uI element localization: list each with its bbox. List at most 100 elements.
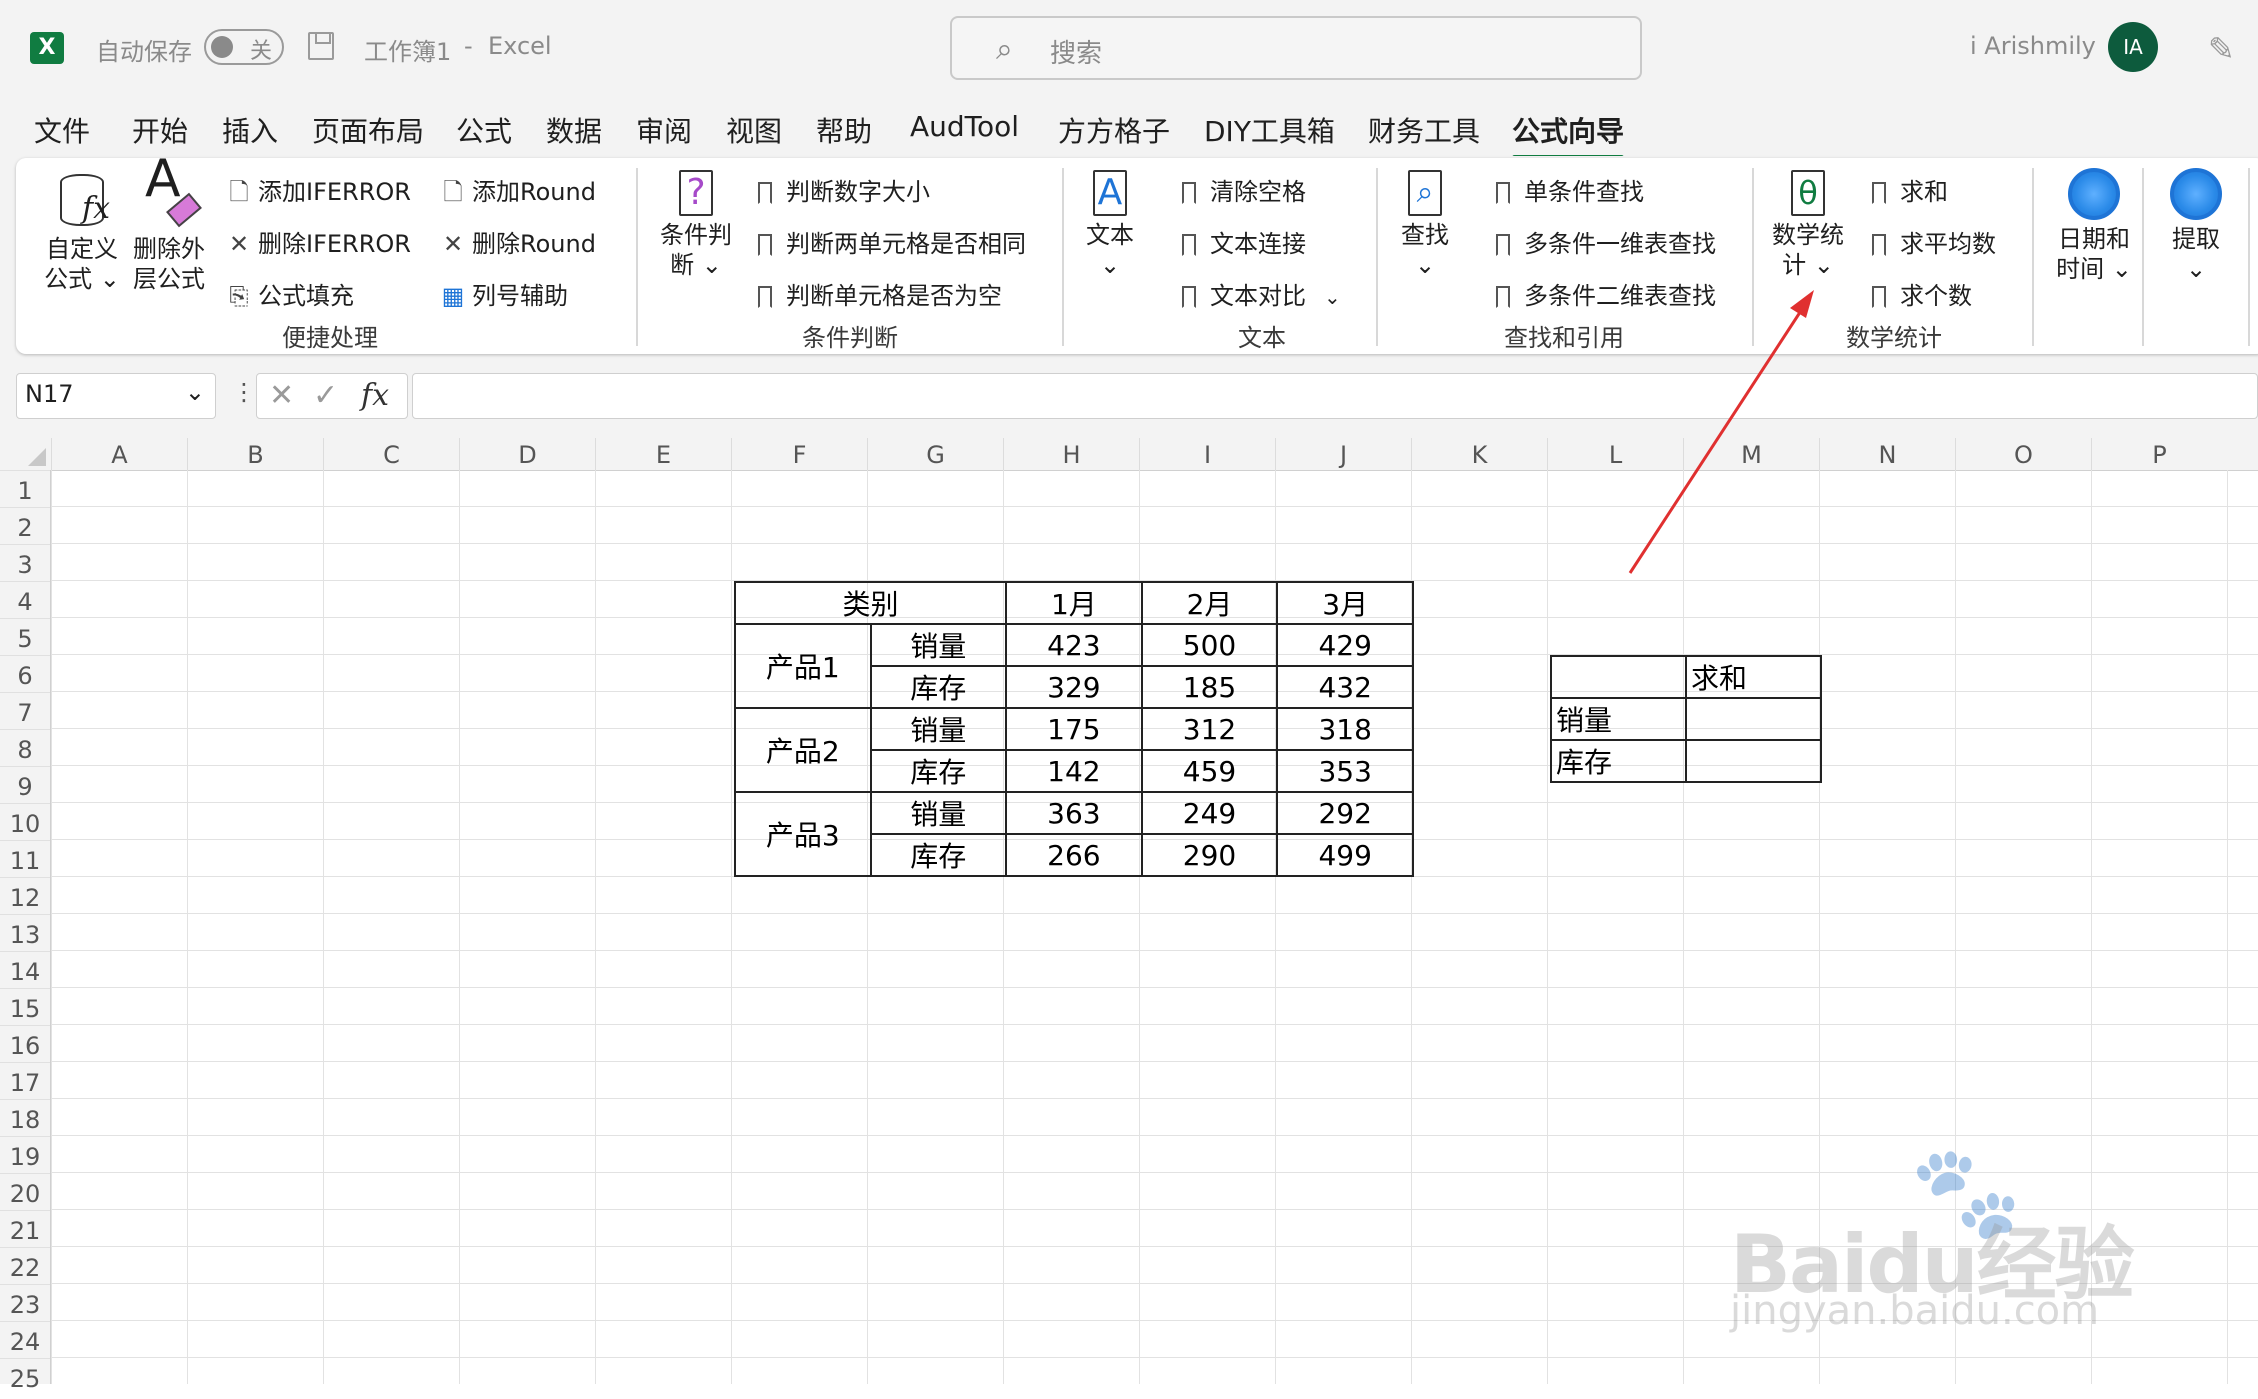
average-button[interactable]: 求平均数 xyxy=(1866,224,1996,259)
check-icon[interactable]: ✓ xyxy=(313,378,338,413)
row-header[interactable]: 4 xyxy=(0,581,50,618)
tab-audtool[interactable]: AudTool xyxy=(910,110,1019,143)
value-cell[interactable]: 290 xyxy=(1140,833,1279,877)
row-header[interactable]: 3 xyxy=(0,544,50,581)
text-compare-button[interactable]: 文本对比 ⌄ xyxy=(1176,276,1341,311)
row-header[interactable]: 1 xyxy=(0,470,50,507)
metric-label-cell[interactable]: 库存 xyxy=(869,749,1008,793)
save-icon[interactable] xyxy=(308,32,334,60)
column-header[interactable]: H xyxy=(1003,438,1139,470)
name-box[interactable]: N17 ⌄ xyxy=(16,373,216,419)
empty-cell[interactable] xyxy=(1685,739,1822,783)
tab-diy-toolbox[interactable]: DIY工具箱 xyxy=(1204,110,1335,150)
value-cell[interactable]: 500 xyxy=(1140,623,1279,667)
add-round-button[interactable]: 🗋 添加Round xyxy=(440,172,596,216)
sum-table[interactable]: 求和 销量 库存 xyxy=(1550,655,1822,783)
tab-home[interactable]: 开始 xyxy=(132,110,188,150)
tab-fangfang[interactable]: 方方格子 xyxy=(1058,110,1170,150)
metric-label-cell[interactable]: 库存 xyxy=(869,833,1008,877)
column-header[interactable]: A xyxy=(51,438,187,470)
row-header[interactable]: 23 xyxy=(0,1284,50,1321)
value-cell[interactable]: 292 xyxy=(1276,791,1414,835)
product-name-cell[interactable]: 产品2 xyxy=(734,707,872,793)
row-header[interactable]: 12 xyxy=(0,877,50,914)
value-cell[interactable]: 363 xyxy=(1005,791,1143,835)
row-header[interactable]: 15 xyxy=(0,988,50,1025)
row-header[interactable]: 13 xyxy=(0,914,50,951)
extract-button[interactable]: 提取 ⌄ xyxy=(2158,168,2234,284)
value-cell[interactable]: 459 xyxy=(1140,749,1279,793)
row-header[interactable]: 14 xyxy=(0,951,50,988)
row-header[interactable]: 11 xyxy=(0,840,50,877)
autosave-toggle[interactable]: 关 xyxy=(204,29,284,65)
value-cell[interactable]: 249 xyxy=(1140,791,1279,835)
remove-iferror-button[interactable]: ✕ 删除IFERROR xyxy=(226,224,411,259)
column-header[interactable]: N xyxy=(1819,438,1955,470)
tab-file[interactable]: 文件 xyxy=(34,110,90,150)
value-cell[interactable]: 499 xyxy=(1276,833,1414,877)
row-header[interactable]: 2 xyxy=(0,507,50,544)
column-header[interactable]: M xyxy=(1683,438,1819,470)
value-cell[interactable]: 266 xyxy=(1005,833,1143,877)
column-header[interactable]: I xyxy=(1139,438,1275,470)
value-cell[interactable]: 423 xyxy=(1005,623,1143,667)
row-header[interactable]: 8 xyxy=(0,729,50,766)
row-header[interactable]: 10 xyxy=(0,803,50,840)
text-button[interactable]: A 文本 ⌄ xyxy=(1080,170,1140,280)
add-iferror-button[interactable]: 🗋 添加IFERROR xyxy=(226,172,411,216)
tab-page-layout[interactable]: 页面布局 xyxy=(312,110,424,150)
compare-number-button[interactable]: 判断数字大小 xyxy=(752,172,930,207)
product-name-cell[interactable]: 产品1 xyxy=(734,623,872,709)
multi-1d-lookup-button[interactable]: 多条件一维表查找 xyxy=(1490,224,1716,259)
check-empty-button[interactable]: 判断单元格是否为空 xyxy=(752,276,1002,311)
column-header[interactable]: O xyxy=(1955,438,2091,470)
user-name[interactable]: i Arishmily xyxy=(1970,32,2096,60)
row-header[interactable]: 7 xyxy=(0,692,50,729)
select-all-corner[interactable] xyxy=(0,438,50,470)
single-lookup-button[interactable]: 单条件查找 xyxy=(1490,172,1644,207)
table-header-month[interactable]: 1月 xyxy=(1005,581,1143,625)
value-cell[interactable]: 429 xyxy=(1276,623,1414,667)
value-cell[interactable]: 318 xyxy=(1276,707,1414,751)
column-header[interactable]: L xyxy=(1547,438,1683,470)
formula-input[interactable] xyxy=(412,373,2258,419)
row-header[interactable]: 18 xyxy=(0,1099,50,1136)
insert-function-icon[interactable]: fx xyxy=(361,378,389,413)
chevron-down-icon[interactable]: ⌄ xyxy=(185,378,205,406)
remove-round-button[interactable]: ✕ 删除Round xyxy=(440,224,596,259)
cancel-icon[interactable]: ✕ xyxy=(269,378,294,413)
row-header[interactable]: 22 xyxy=(0,1247,50,1284)
avatar[interactable]: IA xyxy=(2108,22,2158,72)
search-box[interactable]: ⌕ 搜索 xyxy=(950,16,1642,80)
row-header[interactable]: 17 xyxy=(0,1062,50,1099)
value-cell[interactable]: 312 xyxy=(1140,707,1279,751)
value-cell[interactable]: 329 xyxy=(1005,665,1143,709)
value-cell[interactable]: 353 xyxy=(1276,749,1414,793)
data-table-products[interactable]: 类别 1月 2月 3月 产品1 销量 423 500 429 库存 329 18… xyxy=(733,581,1414,877)
row-header[interactable]: 25 xyxy=(0,1358,50,1395)
formula-fill-button[interactable]: ⎘ 公式填充 xyxy=(226,276,354,311)
table-header-month[interactable]: 2月 xyxy=(1140,581,1279,625)
row-header[interactable]: 19 xyxy=(0,1136,50,1173)
column-header[interactable]: J xyxy=(1275,438,1411,470)
tab-data[interactable]: 数据 xyxy=(546,110,602,150)
column-header[interactable]: B xyxy=(187,438,323,470)
metric-label-cell[interactable]: 库存 xyxy=(869,665,1008,709)
pen-icon[interactable]: ✎ xyxy=(2208,30,2235,68)
sum-row-label[interactable]: 库存 xyxy=(1550,739,1687,783)
count-button[interactable]: 求个数 xyxy=(1866,276,1972,311)
column-header[interactable]: K xyxy=(1411,438,1547,470)
tab-insert[interactable]: 插入 xyxy=(222,110,278,150)
metric-label-cell[interactable]: 销量 xyxy=(869,623,1008,667)
tab-review[interactable]: 审阅 xyxy=(636,110,692,150)
column-header[interactable]: G xyxy=(867,438,1003,470)
value-cell[interactable]: 185 xyxy=(1140,665,1279,709)
row-header[interactable]: 6 xyxy=(0,655,50,692)
datetime-button[interactable]: 日期和 时间 ⌄ xyxy=(2050,168,2138,284)
custom-formula-button[interactable]: fx 自定义 公式 ⌄ xyxy=(42,170,122,294)
row-header[interactable]: 21 xyxy=(0,1210,50,1247)
empty-cell[interactable] xyxy=(1685,697,1822,741)
sum-button[interactable]: 求和 xyxy=(1866,172,1948,207)
tab-formula-wizard[interactable]: 公式向导 xyxy=(1512,110,1625,160)
row-header[interactable]: 24 xyxy=(0,1321,50,1358)
